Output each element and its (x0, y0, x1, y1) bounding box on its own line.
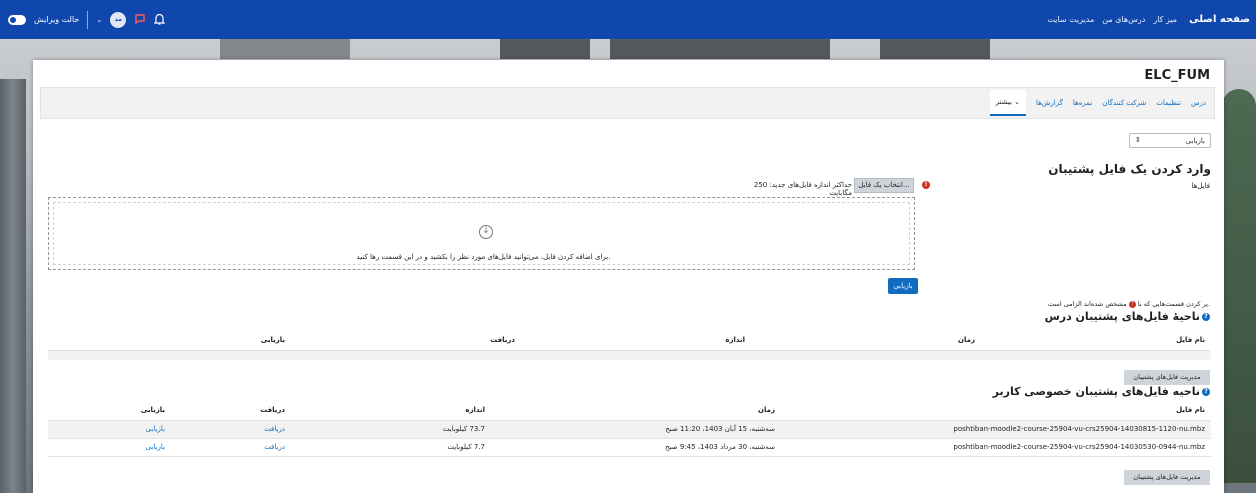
required-note-text-start: پر کردن قسمت‌هایی که با (1137, 300, 1208, 308)
dropzone-inner: ↓ برای اضافه کردن فایل، می‌توانید فایل‌ه… (53, 202, 910, 265)
avatar[interactable]: مد (110, 11, 127, 28)
edit-mode-label: حالت ویرایش (34, 15, 80, 24)
select-arrow-icon: ⇕ (1135, 136, 1141, 144)
user-backup-heading: ناحیه فایل‌های پشتیبان خصوصی کاربر? (993, 385, 1210, 398)
tab-more[interactable]: بیشتر ⌄ (989, 90, 1027, 116)
page-title: ELC_FUM (1144, 68, 1210, 83)
required-icon: ! (1128, 300, 1136, 308)
column-header-restore: بازیابی (48, 330, 291, 351)
action-select-value: بازیابی (1185, 137, 1205, 145)
choose-file-button[interactable]: انتخاب یک فایل... (854, 178, 914, 193)
column-header-filename: نام فایل (781, 400, 1211, 421)
cell-time: سه‌شنبه، 30 مرداد 1403، 9:45 صبح (491, 438, 781, 457)
column-header-filename: نام فایل (981, 330, 1211, 351)
download-arrow-icon: ↓ (479, 225, 493, 239)
required-icon: ! (922, 181, 930, 189)
edit-mode-toggle[interactable] (8, 14, 26, 25)
manage-course-backups-button[interactable]: مدیریت فایل‌های پشتیبان (1124, 370, 1210, 385)
cell-size: 7.7 کیلوبایت (291, 438, 491, 457)
max-file-size: حداکثر اندازه فایل‌های جدید: 250 مگابایت (753, 181, 852, 197)
restore-link[interactable]: بازیابی (48, 438, 171, 457)
column-header-time: زمان (751, 330, 981, 351)
tab-settings[interactable]: تنظیمات (1156, 99, 1181, 107)
column-header-size: اندازه (291, 400, 491, 421)
user-backup-heading-text: ناحیه فایل‌های پشتیبان خصوصی کاربر (992, 385, 1200, 398)
top-navbar: صفحه اصلی میز کار درس‌های من مدیریت سایت (0, 0, 1256, 39)
nav-link-site-admin[interactable]: مدیریت سایت (1047, 15, 1094, 24)
navbar-user-area: حالت ویرایش ⌄ مد (8, 0, 166, 39)
column-header-download: دریافت (291, 330, 521, 351)
tab-course[interactable]: درس (1191, 99, 1206, 107)
restore-button[interactable]: بازیابی (888, 278, 918, 294)
nav-link-my-courses[interactable]: درس‌های من (1102, 15, 1145, 24)
main-content: ELC_FUM درس تنظیمات شرکت کنندگان نمره‌ها… (33, 60, 1224, 493)
tab-grades[interactable]: نمره‌ها (1073, 99, 1092, 107)
column-header-size: اندازه (521, 330, 751, 351)
download-link[interactable]: دریافت (171, 438, 291, 457)
messages-icon[interactable] (134, 13, 146, 27)
home-link[interactable]: صفحه اصلی (1189, 14, 1250, 25)
course-backup-table: نام فایل زمان اندازه دریافت بازیابی (48, 330, 1211, 360)
dropzone-text: برای اضافه کردن فایل، می‌توانید فایل‌های… (356, 253, 611, 261)
cell-filename: poshtiban-moodle2-course-25904-vu-crs259… (781, 438, 1211, 457)
files-label: فایل‌ها (1191, 182, 1210, 190)
column-header-time: زمان (491, 400, 781, 421)
file-dropzone[interactable]: ↓ برای اضافه کردن فایل، می‌توانید فایل‌ه… (48, 197, 915, 270)
restore-link[interactable]: بازیابی (48, 420, 171, 439)
cell-filename: poshtiban-moodle2-course-25904-vu-crs259… (781, 420, 1211, 439)
empty-row (48, 350, 1211, 360)
user-backup-table: نام فایل زمان اندازه دریافت بازیابی posh… (48, 400, 1211, 457)
tab-participants[interactable]: شرکت کنندگان (1102, 99, 1146, 107)
manage-user-backups-button[interactable]: مدیریت فایل‌های پشتیبان (1124, 470, 1210, 485)
table-row: poshtiban-moodle2-course-25904-vu-crs259… (48, 438, 1211, 457)
secondary-navigation: درس تنظیمات شرکت کنندگان نمره‌ها گزارش‌ه… (40, 87, 1215, 119)
action-select[interactable]: بازیابی ⇕ (1129, 133, 1211, 148)
cell-time: سه‌شنبه، 15 آبان 1403، 11:20 صبح (491, 420, 781, 439)
nav-link-dashboard[interactable]: میز کار (1153, 15, 1177, 24)
column-header-restore: بازیابی (48, 400, 171, 421)
download-link[interactable]: دریافت (171, 420, 291, 439)
bell-icon[interactable] (153, 13, 166, 27)
chevron-down-icon[interactable]: ⌄ (96, 16, 102, 24)
help-icon[interactable]: ? (1202, 313, 1210, 321)
navbar-divider (87, 10, 89, 29)
cell-size: 73.7 کیلوبایت (291, 420, 491, 439)
course-backup-heading-text: ناحیهٔ فایل‌های پشتیبان درس (1044, 310, 1200, 323)
help-icon[interactable]: ? (1202, 388, 1210, 396)
column-header-download: دریافت (171, 400, 291, 421)
course-backup-heading: ناحیهٔ فایل‌های پشتیبان درس? (1045, 310, 1210, 323)
table-row: poshtiban-moodle2-course-25904-vu-crs259… (48, 420, 1211, 439)
tab-reports[interactable]: گزارش‌ها (1036, 99, 1063, 107)
required-fields-note: پر کردن قسمت‌هایی که با ! مشخص شده‌اند ا… (1048, 300, 1210, 308)
import-heading: وارد کردن یک فایل پشتیبان (1048, 162, 1211, 176)
